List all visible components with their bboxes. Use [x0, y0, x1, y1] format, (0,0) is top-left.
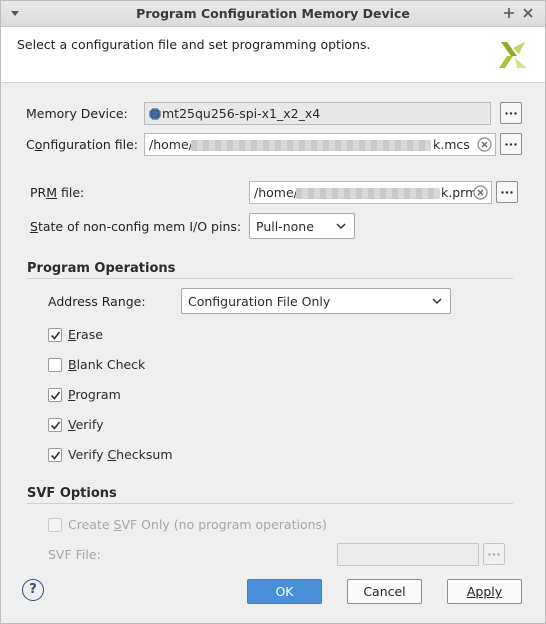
memory-device-label: Memory Device: — [26, 106, 128, 121]
dialog-window: Program Configuration Memory Device Sele… — [0, 0, 546, 624]
browse-svf-file-button[interactable] — [483, 543, 505, 565]
dialog-header: Select a configuration file and set prog… — [1, 27, 545, 83]
prm-file-path-suffix: k.prm — [441, 185, 478, 200]
vendor-logo-icon — [499, 42, 527, 68]
ellipsis-icon — [505, 143, 517, 146]
config-file-path-suffix: k.mcs — [433, 137, 470, 152]
svf-file-label: SVF File: — [48, 547, 101, 562]
prm-file-label: PRM file: — [30, 185, 85, 200]
apply-button[interactable]: Apply — [447, 579, 522, 604]
browse-memory-device-button[interactable] — [500, 102, 522, 124]
checkbox-box[interactable] — [48, 358, 62, 372]
browse-config-file-button[interactable] — [500, 133, 522, 155]
chevron-down-icon — [432, 298, 442, 305]
checkmark-icon — [50, 421, 61, 430]
address-range-value: Configuration File Only — [188, 294, 331, 309]
cancel-button[interactable]: Cancel — [347, 579, 422, 604]
clear-icon[interactable] — [477, 137, 492, 152]
pin-state-value: Pull-none — [256, 219, 314, 234]
redacted-path — [296, 188, 440, 199]
erase-label: Erase — [68, 327, 103, 342]
ellipsis-icon — [505, 112, 517, 115]
chevron-down-icon — [336, 223, 346, 230]
close-icon[interactable] — [521, 6, 535, 20]
verify-checksum-label: Verify Checksum — [68, 447, 173, 462]
checkbox-box[interactable] — [48, 518, 62, 532]
checkbox-box[interactable] — [48, 418, 62, 432]
redacted-path — [191, 140, 431, 151]
program-label: Program — [68, 387, 121, 402]
blank-check-label: Blank Check — [68, 357, 146, 372]
checkmark-icon — [50, 451, 61, 460]
pin-state-label: State of non-config mem I/O pins: — [30, 219, 242, 234]
svf-options-heading: SVF Options — [27, 486, 117, 501]
verify-label: Verify — [68, 417, 104, 432]
checkmark-icon — [50, 331, 61, 340]
help-button[interactable]: ? — [22, 579, 44, 601]
config-file-path-prefix: /home/ — [149, 137, 193, 152]
checkmark-icon — [50, 391, 61, 400]
section-divider — [27, 503, 513, 504]
chip-icon — [149, 108, 161, 120]
config-file-label: Configuration file: — [26, 137, 139, 152]
prm-file-input[interactable]: /home/ k.prm — [249, 181, 492, 204]
maximize-icon[interactable] — [502, 6, 516, 20]
checkbox-box[interactable] — [48, 448, 62, 462]
memory-device-value: mt25qu256-spi-x1_x2_x4 — [162, 106, 321, 121]
prm-file-path-prefix: /home/ — [254, 185, 298, 200]
ok-button[interactable]: OK — [247, 579, 322, 604]
config-file-input[interactable]: /home/ k.mcs — [144, 133, 496, 156]
title-bar: Program Configuration Memory Device — [1, 1, 545, 27]
memory-device-field: mt25qu256-spi-x1_x2_x4 — [144, 102, 491, 125]
checkbox-box[interactable] — [48, 388, 62, 402]
clear-icon[interactable] — [473, 185, 488, 200]
browse-prm-file-button[interactable] — [496, 181, 518, 203]
address-range-select[interactable]: Configuration File Only — [181, 288, 451, 314]
ellipsis-icon — [488, 553, 500, 556]
checkbox-box[interactable] — [48, 328, 62, 342]
create-svf-only-label: Create SVF Only (no program operations) — [68, 517, 327, 532]
section-divider — [27, 278, 513, 279]
dialog-description: Select a configuration file and set prog… — [17, 37, 371, 52]
program-operations-heading: Program Operations — [27, 261, 176, 276]
address-range-label: Address Range: — [48, 294, 146, 309]
window-title: Program Configuration Memory Device — [136, 6, 410, 21]
svf-file-input[interactable] — [337, 543, 479, 566]
pin-state-select[interactable]: Pull-none — [249, 213, 355, 239]
ellipsis-icon — [501, 191, 513, 194]
